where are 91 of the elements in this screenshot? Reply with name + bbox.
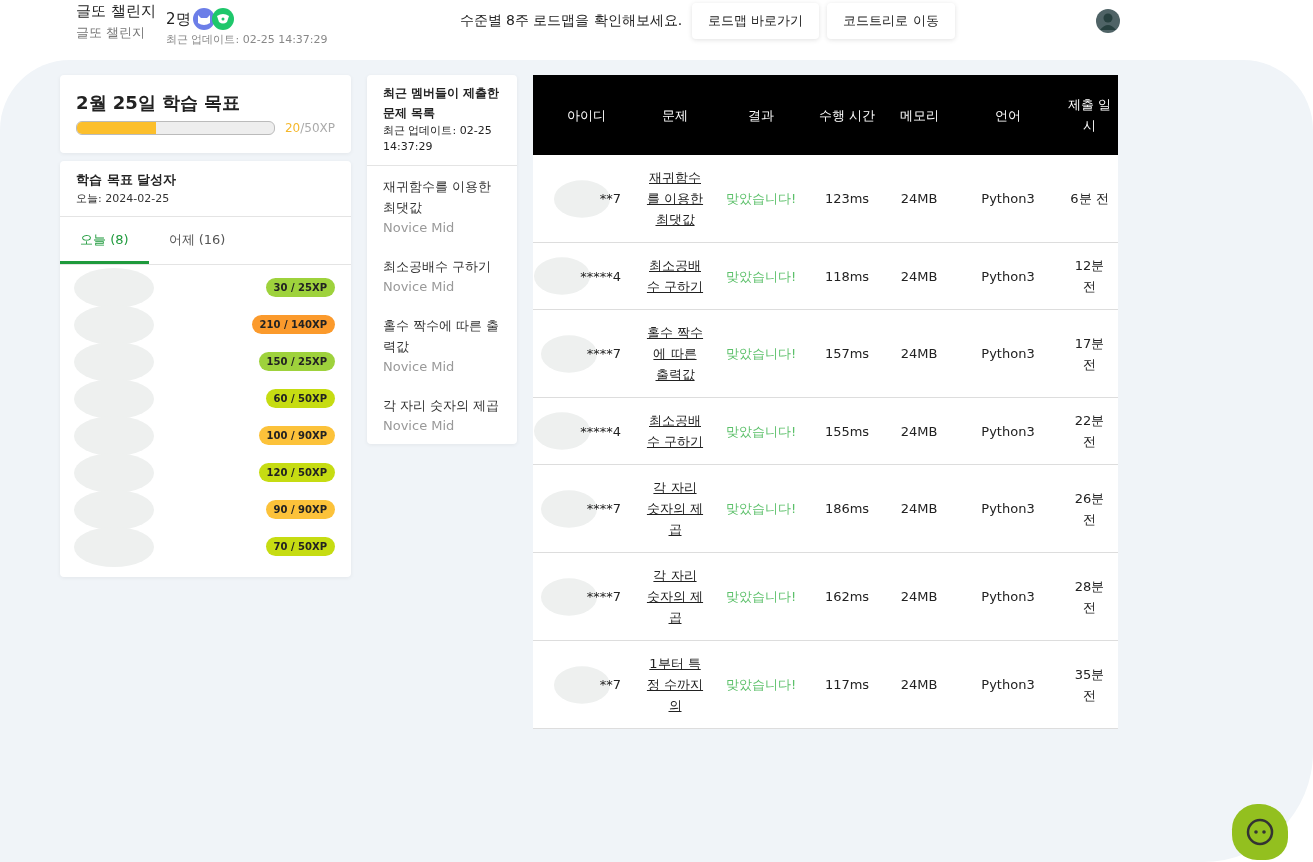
user-id: *****4 <box>580 267 621 286</box>
update-time: 최근 업데이트: 02-25 14:37:29 <box>166 32 328 47</box>
roadmap-notice: 수준별 8주 로드맵을 확인해보세요. <box>459 12 683 30</box>
run-time: 117ms <box>824 677 870 692</box>
result-text: 맞았습니다! <box>725 268 797 284</box>
result-text: 맞았습니다! <box>725 501 797 516</box>
dog-avatar-icon <box>211 8 234 30</box>
problem-link[interactable]: 각 자리 숫자의 제곱 <box>645 477 705 540</box>
submitted-time: 35분 전 <box>1074 666 1105 703</box>
submitted-time: 17분 전 <box>1074 335 1105 372</box>
submitted-time: 26분 전 <box>1074 490 1105 527</box>
cat-avatar-icon <box>192 8 215 30</box>
column-header: 제출 일시 <box>1061 75 1118 155</box>
xp-badge: 60 / 50XP <box>265 389 335 408</box>
member-count: 2명 <box>166 9 191 29</box>
problem-link[interactable]: 각 자리 숫자의 제곱 <box>645 565 705 628</box>
problem-level: Novice Mid <box>383 278 456 296</box>
language: Python3 <box>981 346 1035 361</box>
xp-badge: 150 / 25XP <box>258 352 335 371</box>
problem-link[interactable]: 홀수 짝수에 따른 출력값 <box>645 322 705 385</box>
day-tab[interactable]: 어제 (16) <box>148 217 246 264</box>
user-id: ****7 <box>586 588 621 606</box>
language: Python3 <box>981 589 1035 604</box>
column-header: 결과 <box>711 75 811 155</box>
language: Python3 <box>981 677 1035 692</box>
chat-face-icon <box>1245 817 1275 847</box>
result-text: 맞았습니다! <box>725 346 797 361</box>
column-header: 문제 <box>639 75 711 155</box>
submitted-time: 12분 전 <box>1074 258 1105 294</box>
run-time: 157ms <box>824 346 870 361</box>
submitted-time: 22분 전 <box>1074 413 1105 449</box>
submitted-time: 28분 전 <box>1074 578 1105 615</box>
problem-link[interactable]: 최소공배수 구하기 <box>645 255 705 297</box>
language: Python3 <box>981 191 1035 206</box>
recent-title: 최근 멤버들이 제출한 문제 목록 <box>383 85 501 122</box>
xp-badge: 100 / 90XP <box>258 426 335 445</box>
column-header: 수행 시간 <box>811 75 883 155</box>
run-time: 123ms <box>824 191 870 206</box>
run-time: 118ms <box>824 268 870 284</box>
submitted-time: 6분 전 <box>1070 191 1109 206</box>
problem-title[interactable]: 재귀함수를 이용한 최댓값 <box>383 176 501 218</box>
header-button[interactable]: 코드트리로 이동 <box>827 3 955 39</box>
result-text: 맞았습니다! <box>725 677 797 692</box>
column-header: 아이디 <box>533 75 639 155</box>
user-id: *****4 <box>580 422 621 441</box>
problem-level: Novice Mid <box>383 417 456 435</box>
memory-usage: 24MB <box>900 191 938 206</box>
result-text: 맞았습니다! <box>725 423 797 439</box>
xp-badge: 70 / 50XP <box>265 537 335 556</box>
xp-badge: 30 / 25XP <box>265 278 335 297</box>
memory-usage: 24MB <box>900 346 938 361</box>
language: Python3 <box>981 268 1035 284</box>
xp-badge: 90 / 90XP <box>265 500 335 519</box>
column-header: 메모리 <box>883 75 955 155</box>
user-id: **7 <box>599 676 621 694</box>
user-id: **7 <box>599 190 621 208</box>
memory-usage: 24MB <box>900 423 938 439</box>
day-tab[interactable]: 오늘 (8) <box>60 217 149 264</box>
result-text: 맞았습니다! <box>725 191 797 206</box>
memory-usage: 24MB <box>900 589 938 604</box>
column-header: 언어 <box>955 75 1061 155</box>
problem-title[interactable]: 각 자리 숫자의 제곱 <box>383 395 501 416</box>
xp-badge: 210 / 140XP <box>251 315 335 334</box>
problem-title[interactable]: 최소공배수 구하기 <box>383 256 501 277</box>
problem-link[interactable]: 최소공배수 구하기 <box>645 410 705 452</box>
memory-usage: 24MB <box>900 501 938 516</box>
language: Python3 <box>981 423 1035 439</box>
achievers-date: 오늘: 2024-02-25 <box>76 191 171 206</box>
problem-link[interactable]: 1부터 특정 수까지의 <box>645 653 705 716</box>
user-avatar-icon[interactable] <box>1096 9 1120 33</box>
run-time: 162ms <box>824 589 870 604</box>
challenge-title: 글또 챌린지 <box>76 1 157 22</box>
language: Python3 <box>981 501 1035 516</box>
memory-usage: 24MB <box>900 677 938 692</box>
run-time: 155ms <box>824 423 870 439</box>
user-id: ****7 <box>586 345 621 363</box>
memory-usage: 24MB <box>900 268 938 284</box>
result-text: 맞았습니다! <box>725 589 797 604</box>
problem-title[interactable]: 홀수 짝수에 따른 출력값 <box>383 315 501 357</box>
goal-xp: 20/50XP <box>284 121 335 135</box>
problem-link[interactable]: 재귀함수를 이용한 최댓값 <box>645 167 705 230</box>
user-id: ****7 <box>586 500 621 518</box>
recent-update-time: 최근 업데이트: 02-25 14:37:29 <box>383 123 493 155</box>
header-button[interactable]: 로드맵 바로가기 <box>692 3 820 39</box>
run-time: 186ms <box>824 501 870 516</box>
problem-level: Novice Mid <box>383 358 456 376</box>
achievers-title: 학습 목표 달성자 <box>76 171 178 189</box>
challenge-subtitle: 글또 챌린지 <box>76 24 147 42</box>
goal-title: 2월 25일 학습 목표 <box>76 91 242 115</box>
xp-badge: 120 / 50XP <box>258 463 335 482</box>
problem-level: Novice Mid <box>383 219 456 237</box>
